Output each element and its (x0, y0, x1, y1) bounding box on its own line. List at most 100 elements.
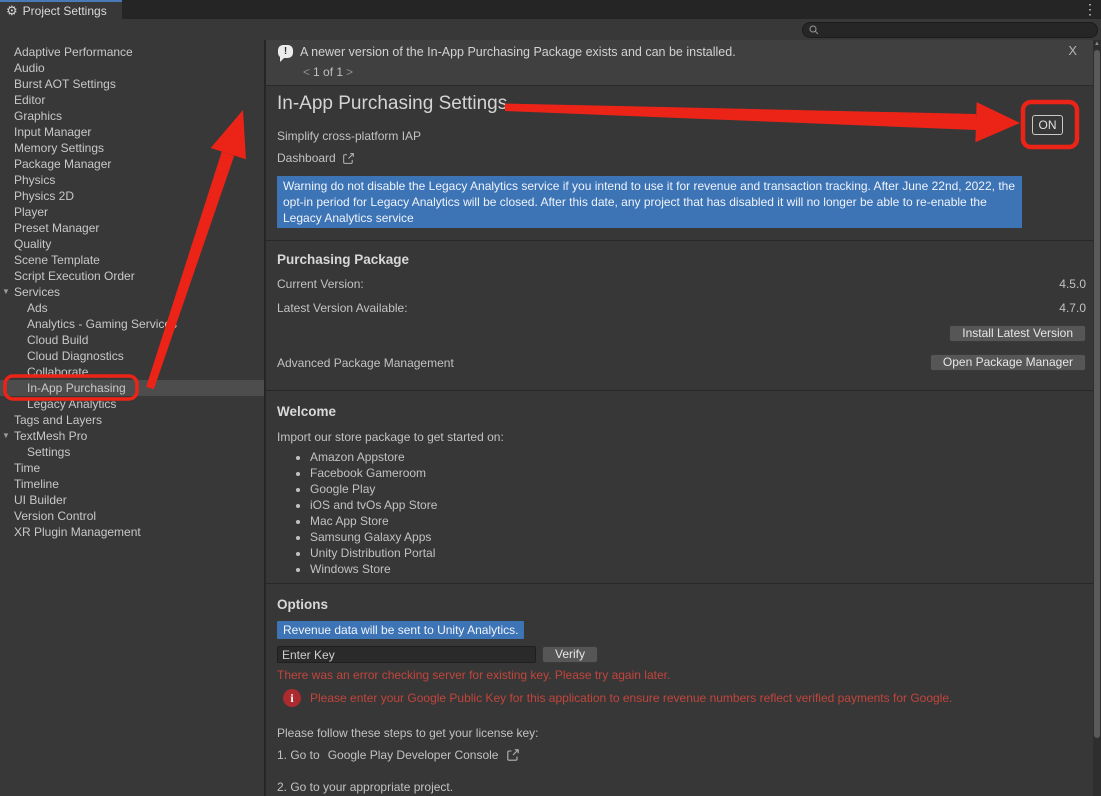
store-list-item: Google Play (310, 481, 437, 497)
sidebar-item-burst-aot-settings[interactable]: Burst AOT Settings (0, 76, 264, 92)
settings-content: ! A newer version of the In-App Purchasi… (266, 40, 1093, 796)
sidebar-item-label: Editor (14, 93, 45, 107)
project-settings-window: ⚙ Project Settings ⋮ Adaptive Performanc… (0, 0, 1101, 796)
tab-project-settings[interactable]: ⚙ Project Settings (0, 0, 122, 19)
license-key-input[interactable] (277, 646, 536, 663)
sidebar-item-collaborate[interactable]: Collaborate (0, 364, 264, 380)
sidebar-item-textmesh-pro[interactable]: ▼TextMesh Pro (0, 428, 264, 444)
sidebar-item-analytics-gaming-services[interactable]: Analytics - Gaming Services (0, 316, 264, 332)
sidebar-item-physics-2d[interactable]: Physics 2D (0, 188, 264, 204)
sidebar-item-label: Cloud Build (27, 333, 88, 347)
search-icon (809, 25, 819, 35)
sidebar-item-memory-settings[interactable]: Memory Settings (0, 140, 264, 156)
google-play-console-link[interactable]: Google Play Developer Console (328, 748, 499, 762)
sidebar-item-label: Burst AOT Settings (14, 77, 116, 91)
pager-prev-icon[interactable]: < (300, 65, 313, 79)
kebab-menu-icon[interactable]: ⋮ (1083, 1, 1097, 18)
sidebar-item-label: Time (14, 461, 40, 475)
verify-button[interactable]: Verify (542, 646, 598, 663)
pager-text: 1 of 1 (313, 65, 343, 79)
toolbar (0, 19, 1101, 40)
dashboard-link-label: Dashboard (277, 151, 336, 165)
sidebar-item-scene-template[interactable]: Scene Template (0, 252, 264, 268)
current-version-label: Current Version: (277, 277, 364, 291)
sidebar-item-version-control[interactable]: Version Control (0, 508, 264, 524)
sidebar-item-cloud-diagnostics[interactable]: Cloud Diagnostics (0, 348, 264, 364)
iap-toggle-button[interactable]: ON (1032, 115, 1063, 135)
sidebar-item-adaptive-performance[interactable]: Adaptive Performance (0, 44, 264, 60)
install-latest-version-button[interactable]: Install Latest Version (949, 325, 1086, 342)
latest-version-value: 4.7.0 (1059, 301, 1086, 315)
sidebar-item-label: Input Manager (14, 125, 91, 139)
sidebar-item-script-execution-order[interactable]: Script Execution Order (0, 268, 264, 284)
google-key-note: Please enter your Google Public Key for … (310, 691, 952, 705)
sidebar-item-tags-and-layers[interactable]: Tags and Layers (0, 412, 264, 428)
welcome-intro: Import our store package to get started … (277, 430, 504, 444)
step1-prefix: 1. Go to (277, 748, 320, 762)
google-key-note-row: i Please enter your Google Public Key fo… (283, 689, 952, 707)
sidebar-item-preset-manager[interactable]: Preset Manager (0, 220, 264, 236)
notification-message: A newer version of the In-App Purchasing… (300, 45, 736, 59)
sidebar-item-package-manager[interactable]: Package Manager (0, 156, 264, 172)
sidebar-item-cloud-build[interactable]: Cloud Build (0, 332, 264, 348)
scroll-up-icon[interactable]: ▲ (1093, 41, 1101, 47)
store-list-item: Mac App Store (310, 513, 437, 529)
external-link-icon (506, 748, 520, 762)
section-divider (266, 240, 1093, 241)
section-divider (266, 583, 1093, 584)
sidebar-item-legacy-analytics[interactable]: Legacy Analytics (0, 396, 264, 412)
close-icon[interactable]: X (1068, 43, 1077, 58)
sidebar-item-label: Ads (27, 301, 48, 315)
sidebar-item-settings[interactable]: Settings (0, 444, 264, 460)
settings-sidebar: Adaptive Performance Audio Burst AOT Setti… (0, 40, 265, 796)
sidebar-item-label: Scene Template (14, 253, 100, 267)
chevron-down-icon[interactable]: ▼ (2, 284, 10, 300)
sidebar-item-label: Audio (14, 61, 45, 75)
sidebar-item-editor[interactable]: Editor (0, 92, 264, 108)
legacy-analytics-warning: Warning do not disable the Legacy Analyt… (277, 176, 1022, 228)
sidebar-item-label: Graphics (14, 109, 62, 123)
sidebar-item-label: Timeline (14, 477, 59, 491)
vertical-scrollbar[interactable]: ▲ (1093, 40, 1101, 796)
sidebar-item-label: Cloud Diagnostics (27, 349, 124, 363)
sidebar-item-player[interactable]: Player (0, 204, 264, 220)
dashboard-link[interactable]: Dashboard (277, 151, 355, 165)
sidebar-item-label: Analytics - Gaming Services (27, 317, 177, 331)
sidebar-item-ads[interactable]: Ads (0, 300, 264, 316)
sidebar-item-audio[interactable]: Audio (0, 60, 264, 76)
sidebar-item-physics[interactable]: Physics (0, 172, 264, 188)
sidebar-item-label: Tags and Layers (14, 413, 102, 427)
sidebar-item-input-manager[interactable]: Input Manager (0, 124, 264, 140)
license-key-row: Verify (277, 646, 598, 663)
sidebar-item-label: Adaptive Performance (14, 45, 133, 59)
key-check-error-text: There was an error checking server for e… (277, 668, 670, 682)
current-version-row: Current Version: 4.5.0 (277, 277, 1086, 291)
page-title: In-App Purchasing Settings (277, 93, 507, 115)
sidebar-list: Adaptive Performance Audio Burst AOT Setti… (0, 44, 264, 540)
sidebar-item-label: Script Execution Order (14, 269, 135, 283)
sidebar-item-ui-builder[interactable]: UI Builder (0, 492, 264, 508)
sidebar-item-label: Physics 2D (14, 189, 74, 203)
latest-version-row: Latest Version Available: 4.7.0 (277, 301, 1086, 315)
sidebar-item-in-app-purchasing[interactable]: In-App Purchasing (0, 380, 264, 396)
pager-next-icon[interactable]: > (343, 65, 356, 79)
sidebar-item-label: Package Manager (14, 157, 111, 171)
scrollbar-thumb[interactable] (1094, 50, 1100, 738)
advanced-package-label: Advanced Package Management (277, 356, 454, 370)
chevron-down-icon[interactable]: ▼ (2, 428, 10, 444)
search-input[interactable] (802, 22, 1098, 38)
open-package-manager-button[interactable]: Open Package Manager (930, 354, 1086, 371)
latest-version-label: Latest Version Available: (277, 301, 408, 315)
gear-icon: ⚙ (6, 4, 18, 17)
sidebar-item-services[interactable]: ▼Services (0, 284, 264, 300)
sidebar-item-time[interactable]: Time (0, 460, 264, 476)
sidebar-item-graphics[interactable]: Graphics (0, 108, 264, 124)
license-step-2: 2. Go to your appropriate project. (277, 780, 453, 794)
sidebar-item-label: Physics (14, 173, 55, 187)
sidebar-item-timeline[interactable]: Timeline (0, 476, 264, 492)
sidebar-item-xr-plugin-management[interactable]: XR Plugin Management (0, 524, 264, 540)
sidebar-item-label: Preset Manager (14, 221, 99, 235)
update-notification-banner: ! A newer version of the In-App Purchasi… (266, 40, 1093, 86)
advanced-package-row: Advanced Package Management Open Package… (277, 354, 1086, 371)
sidebar-item-quality[interactable]: Quality (0, 236, 264, 252)
